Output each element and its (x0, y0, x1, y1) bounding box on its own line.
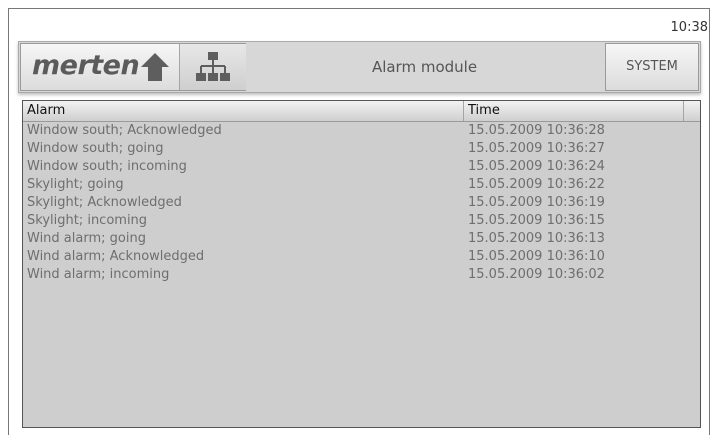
table-header: Alarm Time (23, 101, 700, 122)
alarm-cell: Wind alarm; going (27, 231, 146, 246)
table-row[interactable]: Window south; going 15.05.2009 10:36:27 (23, 140, 700, 158)
home-button[interactable] (139, 51, 171, 83)
time-cell: 15.05.2009 10:36:15 (468, 213, 605, 228)
time-cell: 15.05.2009 10:36:19 (468, 195, 605, 210)
time-cell: 15.05.2009 10:36:24 (468, 159, 605, 174)
brand-panel: merten (20, 43, 246, 91)
alarm-cell: Wind alarm; Acknowledged (27, 249, 205, 264)
table-row[interactable]: Wind alarm; Acknowledged 15.05.2009 10:36… (23, 248, 700, 266)
clock: 10:38 (670, 20, 708, 35)
page-title: Alarm module (371, 58, 478, 76)
network-icon (196, 52, 230, 81)
table-row[interactable]: Skylight; incoming 15.05.2009 10:36:15 (23, 212, 700, 230)
time-cell: 15.05.2009 10:36:10 (468, 249, 605, 264)
column-header-alarm[interactable]: Alarm (23, 101, 464, 121)
table-row[interactable]: Skylight; going 15.05.2009 10:36:22 (23, 176, 700, 194)
time-cell: 15.05.2009 10:36:02 (468, 267, 605, 282)
table-row[interactable]: Skylight; Acknowledged 15.05.2009 10:36:1… (23, 194, 700, 212)
column-header-time[interactable]: Time (464, 101, 684, 121)
alarm-table: Alarm Time Window south; Acknowledged 15.… (22, 100, 701, 428)
time-cell: 15.05.2009 10:36:13 (468, 231, 605, 246)
time-cell: 15.05.2009 10:36:27 (468, 141, 605, 156)
network-button[interactable] (179, 44, 246, 90)
table-row[interactable]: Wind alarm; going 15.05.2009 10:36:13 (23, 230, 700, 248)
table-row[interactable]: Window south; Acknowledged 15.05.2009 10:… (23, 122, 700, 140)
alarm-cell: Skylight; Acknowledged (27, 195, 182, 210)
alarm-cell: Window south; incoming (27, 159, 187, 174)
time-cell: 15.05.2009 10:36:22 (468, 177, 605, 192)
alarm-cell: Window south; going (27, 141, 164, 156)
table-row[interactable]: Wind alarm; incoming 15.05.2009 10:36:02 (23, 266, 700, 284)
table-row[interactable]: Window south; incoming 15.05.2009 10:36:2… (23, 158, 700, 176)
merten-logo: merten (32, 50, 140, 81)
alarm-cell: Wind alarm; incoming (27, 267, 170, 282)
time-cell: 15.05.2009 10:36:28 (468, 123, 605, 138)
alarm-list: Window south; Acknowledged 15.05.2009 10:… (23, 122, 700, 284)
alarm-cell: Window south; Acknowledged (27, 123, 222, 138)
toolbar: merten Alarm module SYSTEM (18, 41, 701, 93)
home-icon (141, 53, 169, 81)
alarm-cell: Skylight; incoming (27, 213, 148, 228)
system-button[interactable]: SYSTEM (605, 43, 699, 91)
alarm-cell: Skylight; going (27, 177, 124, 192)
